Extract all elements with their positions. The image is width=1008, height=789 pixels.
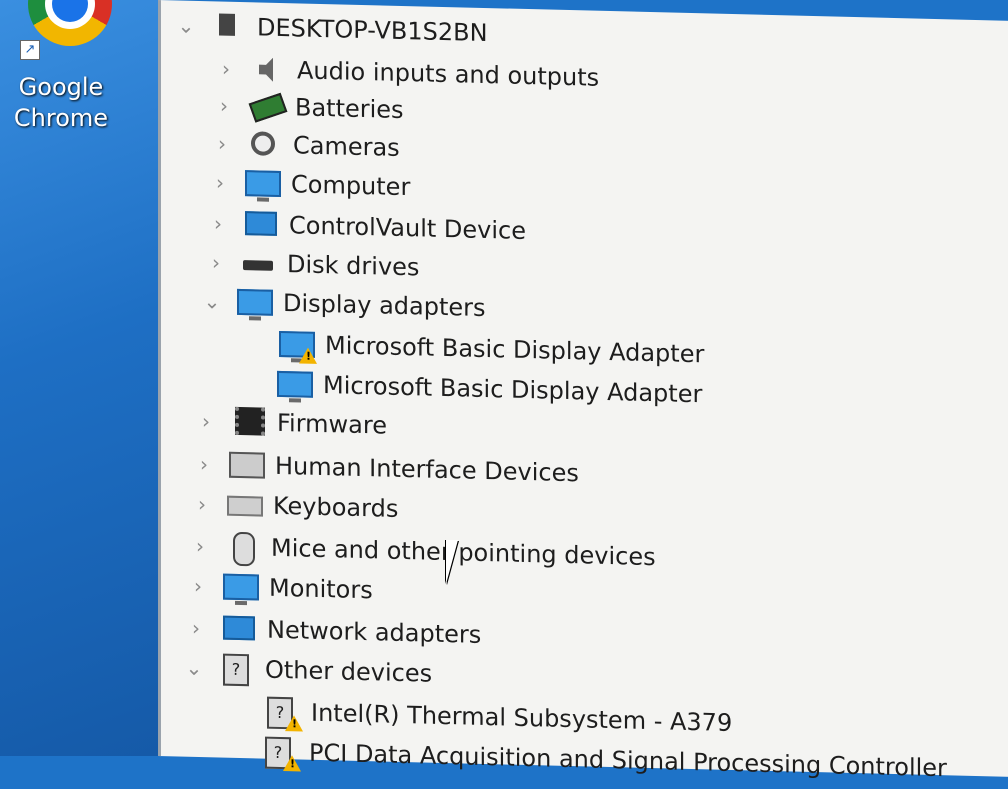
- tree-item-computer[interactable]: › Computer: [209, 163, 410, 206]
- chevron-right-icon[interactable]: ›: [187, 574, 209, 598]
- mouse-icon: [225, 531, 261, 567]
- tree-item-label: Batteries: [295, 93, 404, 125]
- mouse-cursor-icon: [446, 540, 458, 584]
- tree-item-label: Human Interface Devices: [275, 451, 579, 488]
- unknown-device-icon: ?: [219, 653, 255, 687]
- chevron-right-icon[interactable]: ›: [193, 452, 215, 476]
- tree-item-disk-drives[interactable]: › Disk drives: [205, 243, 419, 286]
- tree-item-display-adapters[interactable]: ⌄ Display adapters: [201, 282, 486, 327]
- tree-item-label: Audio inputs and outputs: [297, 56, 600, 92]
- tree-child-label: PCI Data Acquisition and Signal Processi…: [309, 738, 947, 783]
- tree-item-label: Cameras: [293, 131, 400, 162]
- tree-item-keyboards[interactable]: › Keyboards: [191, 485, 398, 528]
- tree-item-network-adapters[interactable]: › Network adapters: [185, 609, 481, 654]
- display-adapter-icon: [237, 287, 273, 318]
- display-adapter-icon: [277, 369, 313, 400]
- chevron-right-icon[interactable]: ›: [211, 131, 233, 155]
- device-tree: ⌄ DESKTOP-VB1S2BN › Audio inputs and out…: [161, 0, 1008, 782]
- tree-root-label: DESKTOP-VB1S2BN: [257, 13, 488, 48]
- tree-child-label: Microsoft Basic Display Adapter: [325, 331, 705, 369]
- tree-item-cameras[interactable]: › Cameras: [211, 124, 400, 167]
- chevron-down-icon[interactable]: ⌄: [183, 656, 205, 680]
- tree-item-label: Display adapters: [283, 289, 486, 323]
- desktop-icon-label-line1: Google: [18, 73, 104, 101]
- tree-child-pci-controller[interactable]: ? PCI Data Acquisition and Signal Proces…: [263, 733, 947, 788]
- tree-item-batteries[interactable]: › Batteries: [213, 86, 404, 129]
- tree-item-label: Network adapters: [267, 615, 482, 649]
- monitor-icon: [245, 168, 281, 199]
- tree-item-label: ControlVault Device: [289, 211, 527, 245]
- chevron-right-icon[interactable]: ›: [209, 170, 231, 194]
- chevron-right-icon[interactable]: ›: [205, 250, 227, 274]
- chevron-right-icon[interactable]: ›: [195, 409, 217, 433]
- tree-item-firmware[interactable]: › Firmware: [195, 402, 387, 445]
- chevron-right-icon[interactable]: ›: [189, 534, 211, 558]
- tree-item-other-devices[interactable]: ⌄ ? Other devices: [183, 649, 432, 693]
- shortcut-arrow-icon: ↗: [20, 40, 40, 60]
- chevron-down-icon[interactable]: ⌄: [175, 13, 197, 37]
- tree-item-hid[interactable]: › Human Interface Devices: [193, 445, 579, 492]
- tree-item-label: Mice and other pointing devices: [271, 533, 656, 572]
- tree-item-monitors[interactable]: › Monitors: [187, 567, 373, 610]
- tree-item-label: Firmware: [277, 408, 387, 440]
- tree-item-label: Keyboards: [273, 491, 399, 523]
- computer-icon: [211, 11, 247, 42]
- speaker-icon: [251, 54, 287, 85]
- battery-icon: [248, 91, 288, 123]
- chevron-right-icon[interactable]: ›: [213, 94, 235, 118]
- chevron-down-icon[interactable]: ⌄: [201, 289, 223, 313]
- desktop-icon-label[interactable]: Google Chrome: [6, 72, 116, 134]
- chevron-right-icon[interactable]: ›: [185, 616, 207, 640]
- tree-item-controlvault[interactable]: › ControlVault Device: [207, 204, 526, 250]
- chrome-icon[interactable]: [28, 0, 112, 46]
- network-adapter-icon: [221, 614, 257, 645]
- tree-item-label: Other devices: [265, 655, 433, 688]
- monitor-icon: [223, 572, 259, 603]
- tree-item-label: Disk drives: [287, 250, 420, 282]
- camera-icon: [247, 129, 283, 160]
- tree-child-label: Microsoft Basic Display Adapter: [323, 371, 703, 409]
- network-monitor-icon: [243, 209, 279, 240]
- desktop-icon-label-line2: Chrome: [13, 104, 109, 132]
- keyboard-icon: [227, 490, 263, 521]
- disk-icon: [241, 248, 277, 279]
- desktop: ↗ Google Chrome: [0, 0, 160, 756]
- device-manager-panel: ⌄ DESKTOP-VB1S2BN › Audio inputs and out…: [158, 0, 1008, 782]
- display-adapter-warning-icon: [279, 329, 317, 364]
- chevron-right-icon[interactable]: ›: [215, 57, 237, 81]
- chip-icon: [231, 406, 267, 438]
- hid-icon: [229, 450, 265, 481]
- unknown-device-warning-icon: ?: [265, 696, 303, 732]
- tree-root[interactable]: ⌄ DESKTOP-VB1S2BN: [175, 6, 488, 52]
- chevron-right-icon[interactable]: ›: [191, 492, 213, 516]
- chevron-right-icon[interactable]: ›: [207, 211, 229, 235]
- tree-item-label: Computer: [291, 170, 411, 202]
- tree-child-label: Intel(R) Thermal Subsystem - A379: [311, 698, 733, 738]
- unknown-device-warning-icon: ?: [263, 736, 301, 772]
- tree-item-label: Monitors: [269, 573, 373, 605]
